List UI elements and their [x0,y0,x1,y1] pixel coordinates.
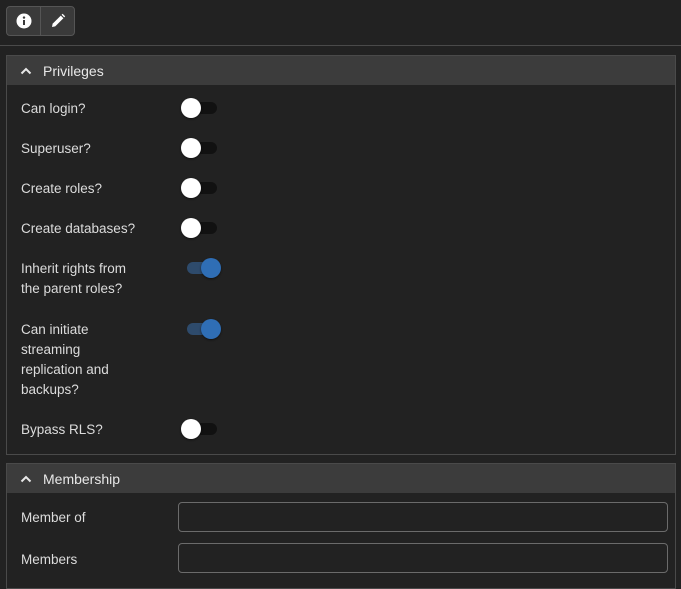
can-login-switch[interactable] [179,96,223,120]
privilege-label-superuser: Superuser? [21,141,91,156]
privilege-label-create-roles: Create roles? [21,181,103,196]
privilege-label-can-login: Can login? [21,101,86,116]
privileges-title: Privileges [43,62,104,79]
chevron-up-icon [19,472,33,486]
replication-line-2: streaming [21,342,81,357]
membership-panel: Membership Member of Members [6,463,676,589]
superuser-switch[interactable] [179,136,223,160]
members-input[interactable] [178,543,668,573]
privilege-label-create-databases: Create databases? [21,221,136,236]
toolbar-button-group [6,6,75,36]
edit-button[interactable] [40,7,74,35]
privileges-panel: Privileges Can login? Superuser? Create … [6,55,676,455]
inherit-rights-switch[interactable] [179,256,223,280]
create-databases-switch[interactable] [179,216,223,240]
members-label: Members [21,552,78,567]
top-toolbar [0,0,681,46]
membership-header[interactable]: Membership [7,464,675,493]
inherit-rights-line-1: Inherit rights from [21,261,127,276]
pencil-icon [51,13,65,27]
member-of-label: Member of [21,510,86,525]
privilege-label-bypass-rls: Bypass RLS? [21,422,103,437]
info-button[interactable] [7,7,40,35]
replication-line-1: Can initiate [21,322,89,337]
chevron-up-icon [19,64,33,78]
membership-title: Membership [43,470,121,487]
privilege-label-replication: Can initiate streaming replication and b… [21,320,109,400]
info-circle-icon [16,13,31,29]
privilege-label-inherit-rights: Inherit rights from the parent roles? [21,259,126,299]
replication-switch[interactable] [179,317,223,341]
bypass-rls-switch[interactable] [179,417,223,441]
replication-line-3: replication and [21,362,109,377]
inherit-rights-line-2: the parent roles? [21,281,123,296]
create-roles-switch[interactable] [179,176,223,200]
member-of-input[interactable] [178,502,668,532]
replication-line-4: backups? [21,382,79,397]
privileges-header[interactable]: Privileges [7,56,675,85]
